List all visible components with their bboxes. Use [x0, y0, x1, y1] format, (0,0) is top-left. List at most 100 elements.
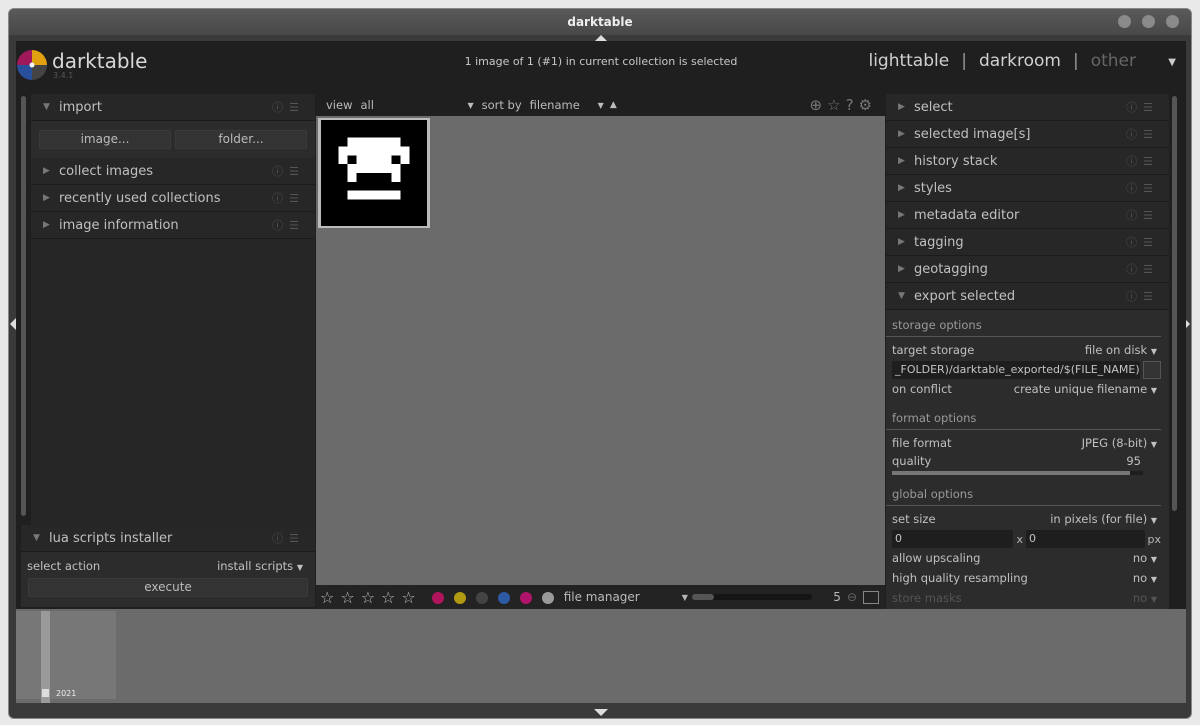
minimize-button[interactable]	[1118, 15, 1131, 28]
reset-preset-icons[interactable]: ⓘ☰	[1126, 288, 1159, 304]
color-label-blue-icon[interactable]	[497, 591, 510, 604]
view-other[interactable]: other	[1091, 51, 1136, 71]
app-window: darktable darktable 3.4.1 1 image of 1 (…	[8, 8, 1192, 719]
star-3-icon[interactable]: ☆	[361, 588, 375, 607]
dropdown-icon[interactable]: ▼	[682, 593, 688, 602]
quality-value: 95	[1126, 454, 1141, 468]
timeline-bar[interactable]	[41, 611, 50, 703]
zoom-slider[interactable]	[691, 594, 812, 600]
module-lua-scripts-installer[interactable]: ▼ lua scripts installer ⓘ☰	[21, 525, 315, 552]
view-lighttable[interactable]: lighttable	[868, 51, 949, 71]
on-conflict-dropdown[interactable]: on conflict create unique filename ▼	[886, 379, 1169, 399]
focus-peaking-icon[interactable]: ⊖	[847, 590, 857, 604]
import-image-button[interactable]: image...	[39, 130, 171, 149]
star-overlay-icon[interactable]: ☆	[827, 96, 845, 114]
view-switcher: lighttable | darkroom | other	[868, 51, 1136, 71]
color-label-red-icon[interactable]	[431, 591, 444, 604]
star-4-icon[interactable]: ☆	[381, 588, 395, 607]
format-options-header: format options	[886, 403, 1161, 430]
reset-preset-icons[interactable]: ⓘ☰	[1126, 180, 1159, 196]
module-label: geotagging	[914, 261, 988, 277]
display-profile-icon[interactable]	[863, 590, 879, 604]
module-image-information[interactable]: ▶ image information ⓘ☰	[31, 212, 315, 239]
module-tagging[interactable]: ▶ tagging ⓘ☰	[886, 229, 1169, 256]
width-input[interactable]: 0	[892, 530, 1014, 548]
module-select[interactable]: ▶ select ⓘ☰	[886, 94, 1169, 121]
bottom-panel-toggle-icon[interactable]	[594, 709, 608, 716]
reset-preset-icons[interactable]: ⓘ☰	[272, 163, 305, 179]
reset-preset-icons[interactable]: ⓘ☰	[1126, 207, 1159, 223]
reset-preset-icons[interactable]: ⓘ☰	[1126, 99, 1159, 115]
reset-preset-icons[interactable]: ⓘ☰	[1126, 261, 1159, 277]
dropdown-icon[interactable]: ▼	[598, 101, 604, 110]
execute-button[interactable]: execute	[28, 578, 308, 597]
color-label-yellow-icon[interactable]	[453, 591, 466, 604]
reset-preset-icons[interactable]: ⓘ☰	[272, 190, 305, 206]
expanded-icon: ▼	[898, 291, 905, 301]
module-geotagging[interactable]: ▶ geotagging ⓘ☰	[886, 256, 1169, 283]
left-scrollbar[interactable]	[21, 96, 26, 516]
collapsed-icon: ▶	[898, 102, 905, 112]
collapsed-icon: ▶	[43, 220, 50, 230]
reset-preset-icons[interactable]: ⓘ☰	[1126, 234, 1159, 250]
collapsed-icon: ▶	[43, 166, 50, 176]
view-menu-dropdown-icon[interactable]: ▼	[1168, 57, 1176, 68]
star-5-icon[interactable]: ☆	[401, 588, 415, 607]
module-metadata-editor[interactable]: ▶ metadata editor ⓘ☰	[886, 202, 1169, 229]
folder-browse-icon[interactable]	[1143, 361, 1161, 379]
dropdown-icon[interactable]: ▼	[467, 101, 473, 110]
right-scrollbar[interactable]	[1172, 96, 1177, 511]
target-storage-dropdown[interactable]: target storage file on disk ▼	[886, 340, 1169, 360]
color-label-green-icon[interactable]	[475, 591, 488, 604]
set-size-dropdown[interactable]: set size in pixels (for file) ▼	[886, 509, 1169, 529]
module-selected-images[interactable]: ▶ selected image[s] ⓘ☰	[886, 121, 1169, 148]
color-label-purple-icon[interactable]	[519, 591, 532, 604]
sort-ascending-icon[interactable]: ▲	[610, 100, 617, 110]
grouping-icon[interactable]: ⊕	[810, 96, 828, 114]
module-history-stack[interactable]: ▶ history stack ⓘ☰	[886, 148, 1169, 175]
maximize-button[interactable]	[1142, 15, 1155, 28]
module-import[interactable]: ▼ import ⓘ☰	[31, 94, 315, 121]
hq-resampling-dropdown[interactable]: high quality resampling no ▼	[886, 568, 1169, 588]
gear-icon[interactable]: ⚙	[859, 96, 877, 114]
skull-image	[321, 120, 427, 226]
reset-preset-icons[interactable]: ⓘ☰	[272, 217, 305, 233]
layout-mode-dropdown[interactable]: file manager	[564, 590, 682, 604]
file-format-dropdown[interactable]: file format JPEG (8-bit) ▼	[886, 433, 1169, 453]
timeline[interactable]: 2021	[16, 609, 1186, 703]
quality-slider[interactable]	[892, 471, 1143, 475]
export-path-input[interactable]: _FOLDER)/darktable_exported/$(FILE_NAME)	[892, 361, 1140, 379]
expanded-icon: ▼	[33, 533, 40, 543]
select-action-dropdown[interactable]: select action install scripts ▼	[21, 556, 315, 576]
height-input[interactable]: 0	[1026, 530, 1145, 548]
reset-preset-icons[interactable]: ⓘ☰	[272, 530, 305, 546]
reset-preset-icons[interactable]: ⓘ☰	[1126, 153, 1159, 169]
store-masks-dropdown[interactable]: store masks no ▼	[886, 588, 1169, 608]
dropdown-icon: ▼	[1150, 386, 1157, 395]
module-export-selected[interactable]: ▼ export selected ⓘ☰	[886, 283, 1169, 310]
allow-upscaling-dropdown[interactable]: allow upscaling no ▼	[886, 548, 1169, 568]
import-folder-button[interactable]: folder...	[175, 130, 307, 149]
star-1-icon[interactable]: ☆	[320, 588, 334, 607]
module-styles[interactable]: ▶ styles ⓘ☰	[886, 175, 1169, 202]
close-button[interactable]	[1166, 15, 1179, 28]
reset-preset-icons[interactable]: ⓘ☰	[1126, 126, 1159, 142]
global-options-header: global options	[886, 479, 1161, 506]
star-2-icon[interactable]: ☆	[340, 588, 354, 607]
help-icon[interactable]: ?	[846, 96, 859, 114]
zoom-value-input[interactable]: 5	[833, 590, 841, 604]
value: no	[1132, 591, 1148, 605]
px-label: px	[1147, 532, 1162, 546]
label: high quality resampling	[892, 571, 1028, 585]
module-collect-images[interactable]: ▶ collect images ⓘ☰	[31, 158, 315, 185]
view-filter-dropdown[interactable]: all	[360, 98, 467, 112]
thumbnail[interactable]	[318, 118, 430, 228]
collapsed-icon: ▶	[898, 129, 905, 139]
view-darkroom[interactable]: darkroom	[979, 51, 1061, 71]
module-recent-collections[interactable]: ▶ recently used collections ⓘ☰	[31, 185, 315, 212]
color-label-gray-icon[interactable]	[541, 591, 554, 604]
sort-dropdown[interactable]: filename	[530, 98, 598, 112]
reset-preset-icons[interactable]: ⓘ☰	[272, 99, 305, 115]
collapsed-icon: ▶	[43, 193, 50, 203]
collapsed-icon: ▶	[898, 156, 905, 166]
